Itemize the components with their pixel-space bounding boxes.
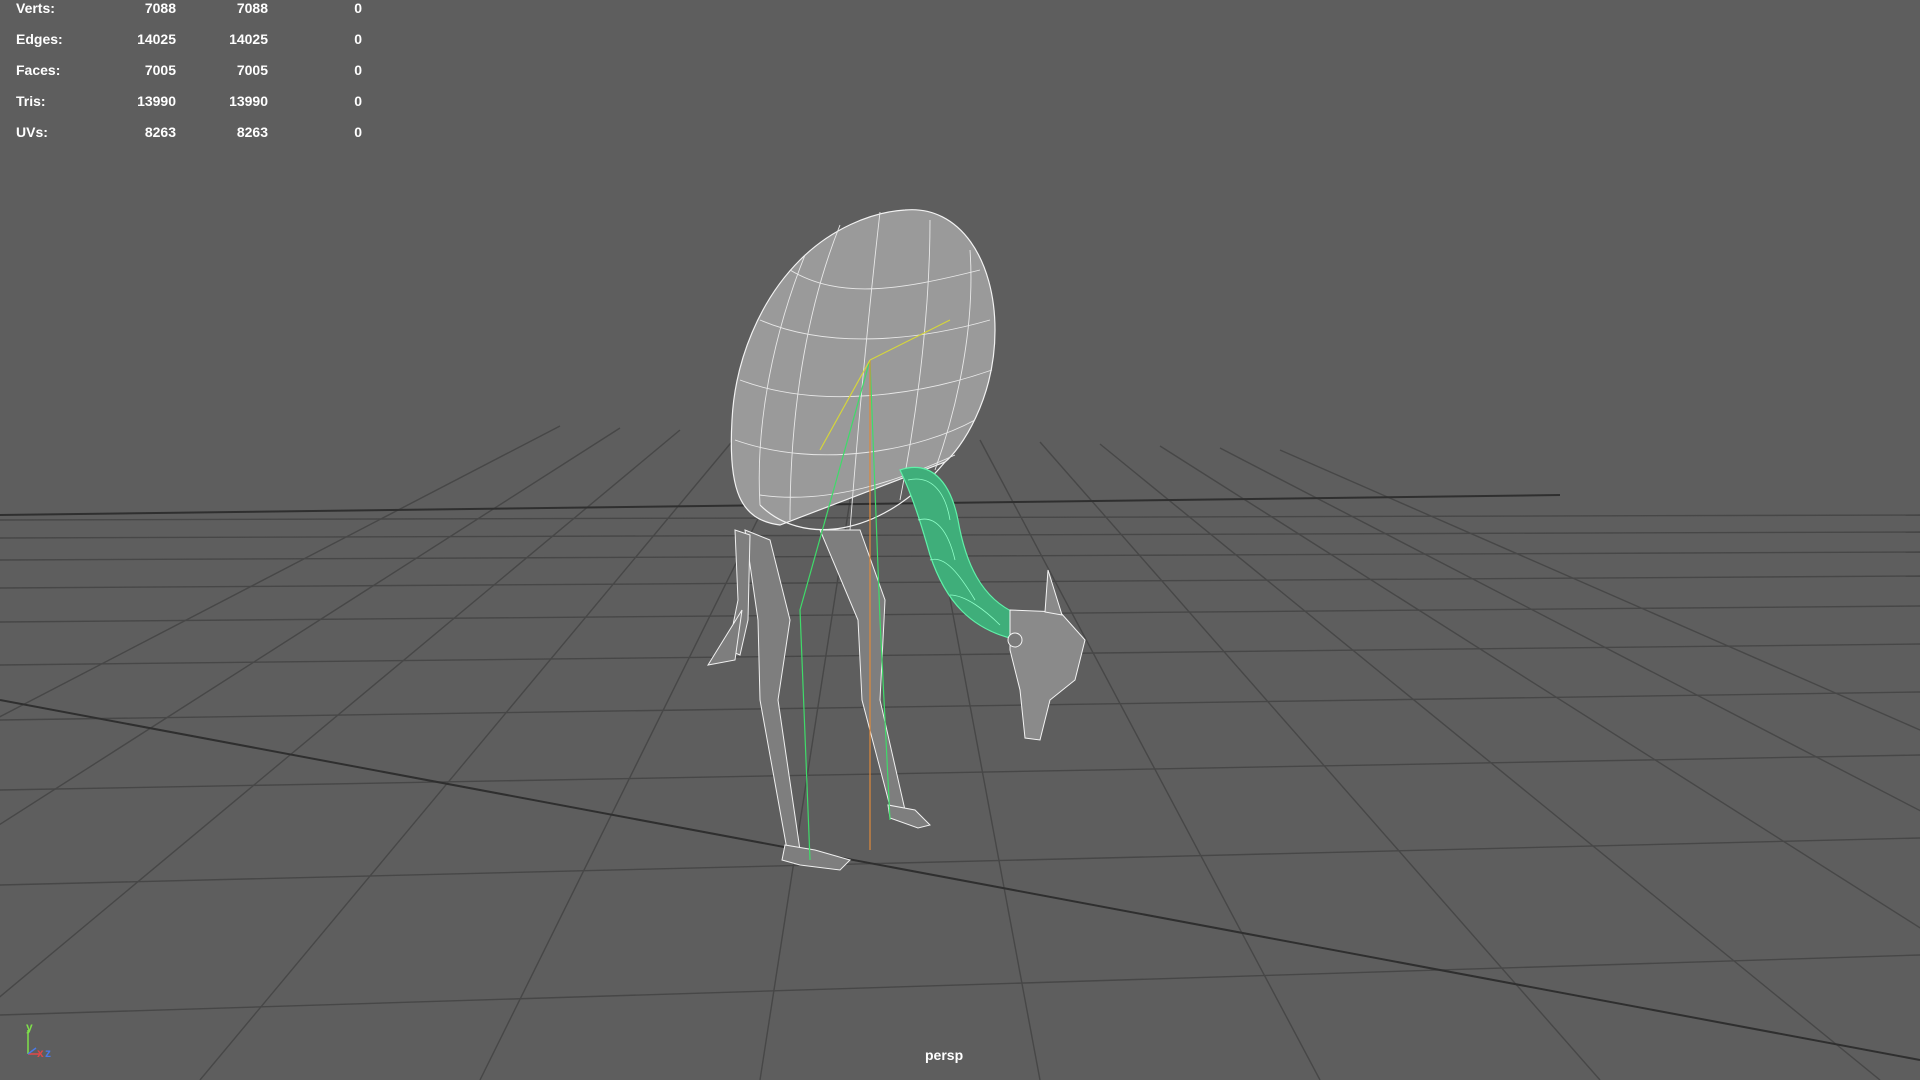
hud-row-faces: Faces: 7005 7005 0	[0, 62, 380, 82]
hud-value-scene: 14025	[137, 31, 176, 47]
axis-z-label: z	[45, 1046, 51, 1060]
hud-row-uvs: UVs: 8263 8263 0	[0, 124, 380, 144]
grid-line	[1159, 445, 1920, 929]
axis-y-label: y	[26, 1020, 33, 1034]
hud-label: UVs:	[16, 124, 48, 140]
grid-line	[1219, 447, 1920, 812]
right-leg	[819, 529, 906, 815]
hud-value-scene: 7088	[144, 0, 176, 16]
grid-line	[0, 427, 621, 826]
hud-value-selected: 0	[354, 62, 362, 78]
grid-line	[0, 754, 1920, 791]
hud-value-object: 13990	[229, 93, 268, 109]
hud-label: Verts:	[16, 0, 55, 16]
viewport-scene[interactable]	[0, 0, 1920, 1080]
grid-line	[0, 514, 1920, 521]
hud-label: Edges:	[16, 31, 63, 47]
hud-value-scene: 7005	[144, 62, 176, 78]
hud-label: Faces:	[16, 62, 61, 78]
hud-value-object: 7005	[236, 62, 268, 78]
axis-x-label: x	[37, 1046, 44, 1060]
hud-value-object: 8263	[236, 124, 268, 140]
grid-line	[0, 691, 1920, 721]
hud-row-verts: Verts: 7088 7088 0	[0, 0, 380, 20]
hud-value-selected: 0	[354, 93, 362, 109]
hud-row-tris: Tris: 13990 13990 0	[0, 93, 380, 113]
hud-value-scene: 8263	[144, 124, 176, 140]
hud-value-selected: 0	[354, 0, 362, 16]
hud-value-object: 7088	[236, 0, 268, 16]
camera-name-label: persp	[925, 1047, 964, 1063]
right-foot	[887, 804, 931, 829]
grid-line	[479, 433, 801, 1080]
hud-row-edges: Edges: 14025 14025 0	[0, 31, 380, 51]
hud-label: Tris:	[16, 93, 46, 109]
view-axis-gizmo: y x z	[18, 1018, 58, 1060]
grid-line	[199, 431, 741, 1080]
head-horn	[1044, 569, 1063, 616]
hud-value-scene: 13990	[137, 93, 176, 109]
hud-value-object: 14025	[229, 31, 268, 47]
creature-head	[1007, 569, 1086, 741]
hud-value-selected: 0	[354, 31, 362, 47]
left-leg	[744, 529, 801, 856]
perspective-viewport[interactable]: Verts: 7088 7088 0 Edges: 14025 14025 0 …	[0, 0, 1920, 1080]
hud-value-selected: 0	[354, 124, 362, 140]
grid-line	[979, 439, 1321, 1080]
grid-line	[1099, 443, 1881, 1080]
grid-line	[0, 429, 681, 998]
